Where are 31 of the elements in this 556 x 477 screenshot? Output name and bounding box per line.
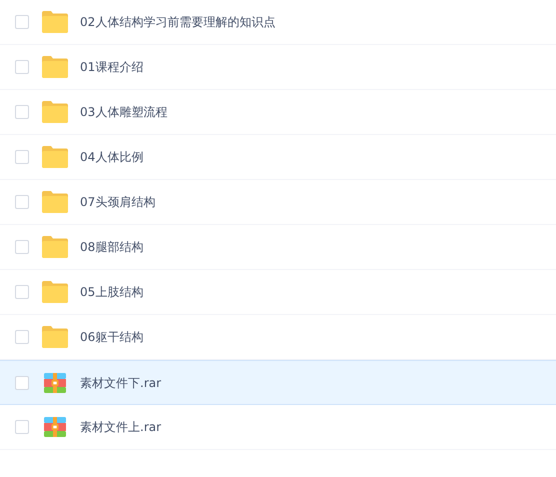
file-name[interactable]: 素材文件上.rar — [80, 418, 162, 436]
archive-icon — [44, 372, 66, 392]
file-name[interactable]: 01课程介绍 — [80, 58, 144, 76]
archive-icon — [44, 417, 66, 437]
checkbox[interactable] — [15, 105, 29, 119]
folder-icon — [42, 11, 68, 33]
file-name[interactable]: 05上肢结构 — [80, 283, 144, 301]
checkbox[interactable] — [15, 240, 29, 254]
folder-icon — [42, 281, 68, 303]
file-name[interactable]: 02人体结构学习前需要理解的知识点 — [80, 13, 276, 31]
file-row[interactable]: 素材文件下.rar — [0, 360, 556, 405]
checkbox[interactable] — [15, 420, 29, 434]
file-name[interactable]: 06躯干结构 — [80, 328, 144, 346]
file-name[interactable]: 03人体雕塑流程 — [80, 103, 168, 121]
checkbox[interactable] — [15, 376, 29, 390]
file-name[interactable]: 素材文件下.rar — [80, 374, 162, 392]
checkbox[interactable] — [15, 330, 29, 344]
file-name[interactable]: 07头颈肩结构 — [80, 193, 156, 211]
folder-icon — [42, 101, 68, 123]
checkbox[interactable] — [15, 285, 29, 299]
folder-icon — [42, 191, 68, 213]
folder-icon — [42, 56, 68, 78]
folder-icon — [42, 146, 68, 168]
folder-icon — [42, 236, 68, 258]
file-name[interactable]: 08腿部结构 — [80, 238, 144, 256]
folder-icon — [42, 326, 68, 348]
checkbox[interactable] — [15, 15, 29, 29]
checkbox[interactable] — [15, 60, 29, 74]
file-name[interactable]: 04人体比例 — [80, 148, 144, 166]
checkbox[interactable] — [15, 195, 29, 209]
checkbox[interactable] — [15, 150, 29, 164]
